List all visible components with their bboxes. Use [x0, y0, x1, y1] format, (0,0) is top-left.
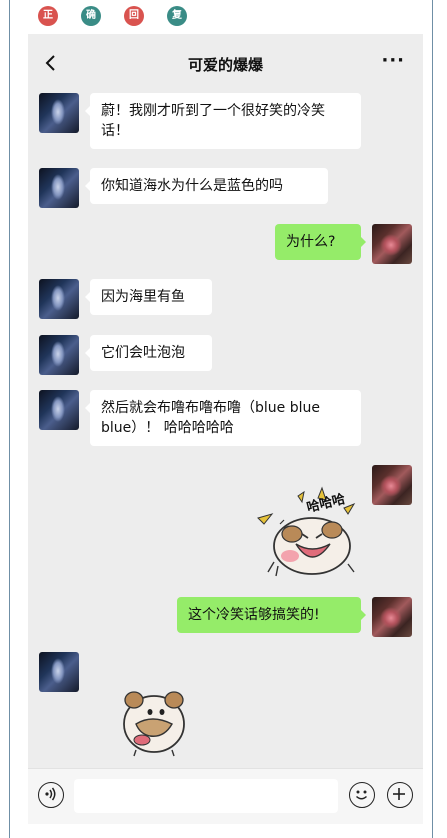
emoji-icon[interactable] [349, 782, 375, 808]
message-bubble: 蔚！我刚才听到了一个很好笑的冷笑话！ [85, 93, 361, 149]
badge-4: 复 [167, 6, 187, 26]
frame-border-right [432, 0, 433, 838]
friend-avatar[interactable] [39, 652, 79, 692]
more-options-icon[interactable]: ··· [381, 52, 405, 70]
message-bubble: 因为海里有鱼 [85, 279, 212, 315]
message-bubble: 为什么? [275, 224, 366, 260]
voice-icon[interactable] [38, 782, 64, 808]
message-bubble: 你知道海水为什么是蓝色的吗 [85, 168, 328, 204]
my-avatar[interactable] [372, 597, 412, 637]
badge-2: 确 [81, 6, 101, 26]
message-input[interactable] [74, 779, 338, 813]
friend-avatar[interactable] [39, 93, 79, 133]
badge-1: 正 [38, 6, 58, 26]
chat-header: 可爱的爆爆 ··· [28, 34, 423, 94]
message-bubble: 然后就会布噜布噜布噜（blue blue blue）！ 哈哈哈哈哈 [85, 390, 361, 446]
my-avatar[interactable] [372, 224, 412, 264]
laughing-poro-sticker[interactable]: 哈哈哈 [250, 484, 360, 584]
input-bar [28, 768, 423, 824]
add-icon[interactable] [387, 782, 413, 808]
title-badges: 正 确 回 复 [38, 6, 187, 26]
friend-avatar[interactable] [39, 168, 79, 208]
sticker-caption: 哈哈哈 [305, 491, 346, 515]
badge-3: 回 [124, 6, 144, 26]
message-bubble: 这个冷笑话够搞笑的! [177, 597, 366, 633]
friend-avatar[interactable] [39, 279, 79, 319]
chat-title: 可爱的爆爆 [187, 56, 263, 74]
friend-avatar[interactable] [39, 390, 79, 430]
message-bubble: 它们会吐泡泡 [85, 335, 212, 371]
my-avatar[interactable] [372, 465, 412, 505]
frame-border-left [9, 0, 10, 838]
eating-poro-sticker[interactable] [114, 678, 194, 758]
chat-screen: 可爱的爆爆 ··· 蔚！我刚才听到了一个很好笑的冷笑话！ 你知道海水为什么是蓝色… [28, 34, 423, 824]
friend-avatar[interactable] [39, 335, 79, 375]
